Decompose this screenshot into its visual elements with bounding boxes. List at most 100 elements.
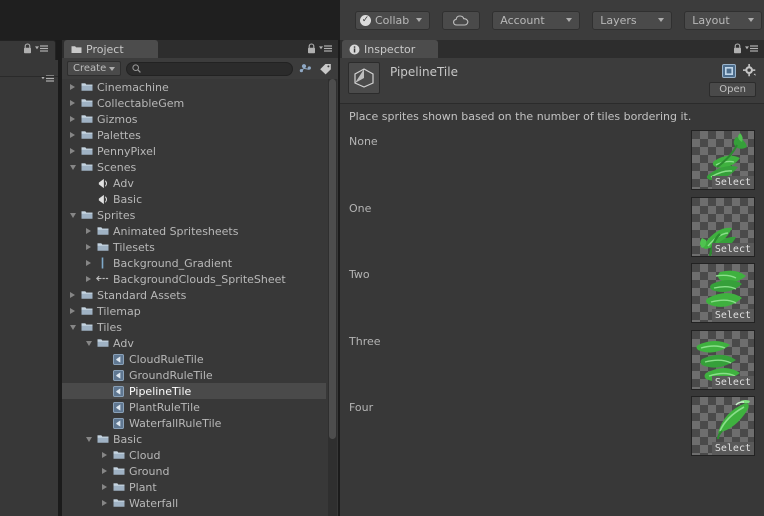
select-button[interactable]: Select	[711, 375, 754, 389]
chevron-down-icon[interactable]	[82, 335, 95, 351]
tree-row[interactable]: Ground	[62, 463, 326, 479]
lock-icon[interactable]	[23, 43, 32, 54]
tree-row[interactable]: CollectableGem	[62, 95, 326, 111]
inspector-header-icons	[722, 64, 757, 78]
tree-row[interactable]: Scenes	[62, 159, 326, 175]
gear-icon[interactable]	[743, 64, 757, 78]
preset-icon[interactable]	[722, 64, 736, 78]
tree-row-label: Basic	[113, 432, 143, 446]
project-asset-tree[interactable]: Cinemachine CollectableGem Gizmos Palettes P…	[62, 79, 326, 516]
sprite-object-field[interactable]: Select	[691, 130, 755, 190]
layers-button[interactable]: Layers	[592, 10, 673, 30]
sprite-object-field[interactable]: Select	[691, 263, 755, 323]
sprite-rule-row: None Select	[340, 130, 764, 197]
chevron-right-icon[interactable]	[98, 447, 111, 463]
hamburger-menu-icon[interactable]	[35, 44, 48, 53]
project-scrollbar[interactable]	[328, 79, 337, 516]
tree-row[interactable]: Basic	[62, 191, 326, 207]
lock-icon[interactable]	[307, 43, 316, 54]
labels-button[interactable]	[318, 62, 333, 76]
search-field[interactable]	[126, 61, 293, 76]
open-button[interactable]: Open	[709, 82, 756, 97]
tree-row[interactable]: CloudRuleTile	[62, 351, 326, 367]
tree-row[interactable]: Plant	[62, 479, 326, 495]
chevron-down-icon[interactable]	[66, 207, 79, 223]
inspector-tab-icons	[733, 43, 758, 54]
folder-icon	[95, 431, 110, 447]
create-button[interactable]: Create	[67, 61, 122, 76]
sprite-object-field[interactable]: Select	[691, 196, 755, 257]
tree-row[interactable]: Adv	[62, 175, 326, 191]
search-input[interactable]	[141, 63, 292, 74]
tree-row[interactable]: Animated Spritesheets	[62, 223, 326, 239]
tree-row[interactable]: Standard Assets	[62, 287, 326, 303]
chevron-right-icon[interactable]	[82, 239, 95, 255]
tree-row-label: Ground	[129, 464, 170, 478]
tree-row[interactable]: Sprites	[62, 207, 326, 223]
select-button[interactable]: Select	[711, 442, 754, 455]
tab-inspector[interactable]: Inspector	[342, 40, 438, 58]
tree-row[interactable]: BackgroundClouds_SpriteSheet	[62, 271, 326, 287]
collab-button[interactable]: ✓ Collab	[355, 10, 431, 30]
chevron-right-icon[interactable]	[98, 495, 111, 511]
chevron-right-icon[interactable]	[98, 463, 111, 479]
tree-row[interactable]: Tilemap	[62, 303, 326, 319]
select-button[interactable]: Select	[711, 309, 754, 322]
chevron-right-icon[interactable]	[66, 143, 79, 159]
tree-row-label: CollectableGem	[97, 96, 185, 110]
asset-icon-thumbnail	[348, 62, 380, 94]
tab-inspector-label: Inspector	[364, 42, 416, 56]
sprite-object-field[interactable]: Select	[691, 329, 755, 390]
cloud-button[interactable]	[442, 10, 481, 30]
window-background-strip	[0, 0, 340, 40]
tree-row-label: Tilesets	[113, 240, 155, 254]
chevron-right-icon[interactable]	[82, 255, 95, 271]
tree-row[interactable]: Tiles	[62, 319, 326, 335]
tree-row[interactable]: Tilesets	[62, 239, 326, 255]
left-panel-tab-icons	[23, 43, 48, 54]
tree-row[interactable]: GroundRuleTile	[62, 367, 326, 383]
layout-button[interactable]: Layout	[684, 10, 763, 30]
tree-row[interactable]: PlantRuleTile	[62, 399, 326, 415]
tree-row[interactable]: Gizmos	[62, 111, 326, 127]
folder-icon	[111, 447, 126, 463]
tab-project[interactable]: Project	[64, 40, 158, 58]
account-button[interactable]: Account	[492, 10, 581, 30]
chevron-down-icon[interactable]	[82, 431, 95, 447]
tree-row[interactable]: Cinemachine	[62, 79, 326, 95]
tree-row[interactable]: Adv	[62, 335, 326, 351]
select-button[interactable]: Select	[711, 176, 754, 189]
chevron-right-icon[interactable]	[66, 111, 79, 127]
inspector-description: Place sprites shown based on the number …	[349, 110, 692, 123]
favorites-button[interactable]	[298, 62, 313, 76]
project-scrollbar-thumb[interactable]	[329, 79, 336, 439]
tree-row[interactable]: Waterfall	[62, 495, 326, 511]
chevron-right-icon[interactable]	[66, 95, 79, 111]
hamburger-menu-icon[interactable]	[319, 44, 332, 53]
chevron-right-icon[interactable]	[66, 287, 79, 303]
chevron-right-icon[interactable]	[66, 79, 79, 95]
tree-row[interactable]: Palettes	[62, 127, 326, 143]
sprite-object-field[interactable]: Select	[691, 396, 755, 456]
hamburger-menu-icon[interactable]	[745, 44, 758, 53]
chevron-down-icon[interactable]	[66, 159, 79, 175]
chevron-right-icon[interactable]	[82, 271, 95, 287]
folder-icon	[95, 223, 110, 239]
chevron-right-icon[interactable]	[66, 127, 79, 143]
sprite-rule-label: None	[349, 135, 378, 148]
info-icon	[349, 44, 360, 54]
tree-row[interactable]: WaterfallRuleTile	[62, 415, 326, 431]
tree-row-selected[interactable]: PipelineTile	[62, 383, 326, 399]
chevron-right-icon[interactable]	[82, 223, 95, 239]
tree-row[interactable]: Cloud	[62, 447, 326, 463]
tree-row[interactable]: PennyPixel	[62, 143, 326, 159]
tree-row[interactable]: Basic	[62, 431, 326, 447]
lock-icon[interactable]	[733, 43, 742, 54]
select-button[interactable]: Select	[711, 242, 754, 256]
sprite-rule-row: Three Select	[340, 329, 764, 397]
chevron-down-icon[interactable]	[66, 319, 79, 335]
chevron-right-icon[interactable]	[98, 479, 111, 495]
tree-row[interactable]: Background_Gradient	[62, 255, 326, 271]
chevron-right-icon[interactable]	[66, 303, 79, 319]
